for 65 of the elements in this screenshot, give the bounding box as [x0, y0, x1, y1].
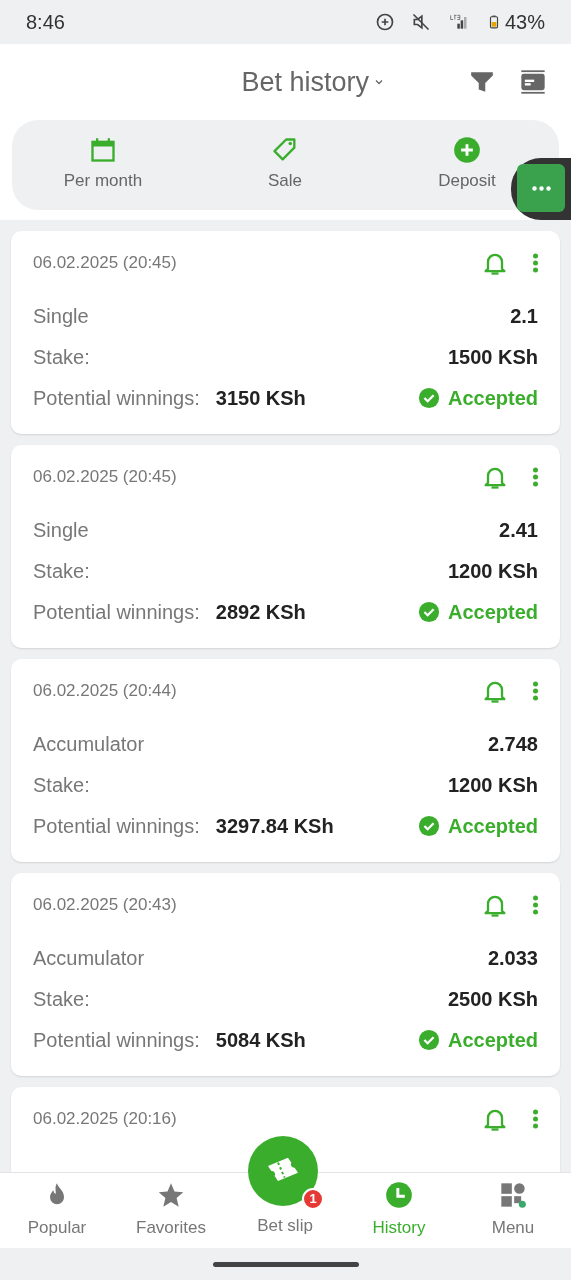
nav-tab[interactable]: Popular: [0, 1173, 114, 1248]
bet-status: Accepted: [447, 813, 538, 839]
stake-value: 2500 KSh: [447, 986, 538, 1012]
check-circle-icon: [417, 600, 440, 623]
winnings-value: 3150 KSh: [215, 385, 306, 411]
winnings-value: 5084 KSh: [215, 1027, 306, 1053]
more-button[interactable]: [517, 164, 565, 212]
more-icon: [531, 185, 551, 191]
stake-value: 1200 KSh: [447, 558, 538, 584]
nav-tab[interactable]: Menu: [456, 1173, 570, 1248]
card-icon[interactable]: [519, 68, 547, 96]
filter-icon[interactable]: [469, 69, 495, 95]
winnings-label: Potential winnings:: [33, 813, 200, 839]
odds-value: 2.1: [510, 303, 538, 329]
bet-date: 06.02.2025 (20:16): [33, 1108, 177, 1131]
nav-tab[interactable]: History: [342, 1173, 456, 1248]
odds-value: 2.033: [487, 945, 538, 971]
more-vertical-icon[interactable]: [533, 681, 538, 701]
winnings-value: 3297.84 KSh: [215, 813, 334, 839]
quick-action-button[interactable]: Per month: [60, 136, 146, 194]
badge-count: 1: [302, 1188, 324, 1210]
plus-icon: [453, 136, 481, 165]
more-vertical-icon[interactable]: [533, 253, 538, 273]
check-circle-icon: [417, 814, 440, 837]
bet-type: Accumulator: [33, 731, 145, 757]
star-icon: [157, 1181, 185, 1209]
status-time: 8:46: [26, 10, 65, 35]
bet-date: 06.02.2025 (20:45): [33, 466, 177, 489]
bet-type: Accumulator: [33, 945, 145, 971]
check-circle-icon: [417, 1028, 440, 1051]
winnings-label: Potential winnings:: [33, 1027, 200, 1053]
bet-type: Single: [33, 517, 89, 543]
stake-label: Stake:: [33, 344, 90, 370]
battery-level: 43%: [504, 10, 545, 35]
calendar-icon: [89, 136, 117, 165]
sync-icon: [374, 12, 395, 32]
stake-label: Stake:: [33, 558, 90, 584]
stake-label: Stake:: [33, 772, 90, 798]
more-vertical-icon[interactable]: [533, 467, 538, 487]
bet-status: Accepted: [447, 1027, 538, 1053]
menu-grid-icon: [499, 1181, 527, 1209]
check-circle-icon: [417, 386, 440, 409]
winnings-label: Potential winnings:: [33, 599, 200, 625]
odds-value: 2.748: [487, 731, 538, 757]
clock-icon: [385, 1181, 413, 1209]
bet-type: Single: [33, 303, 89, 329]
quick-action-button[interactable]: Sale: [242, 136, 328, 194]
winnings-value: 2892 KSh: [215, 599, 306, 625]
nav-tab[interactable]: Bet slip: [228, 1213, 342, 1239]
more-vertical-icon[interactable]: [533, 895, 538, 915]
mute-icon: [410, 12, 431, 32]
stake-value: 1200 KSh: [447, 772, 538, 798]
bet-date: 06.02.2025 (20:43): [33, 894, 177, 917]
winnings-label: Potential winnings:: [33, 385, 200, 411]
odds-value: 2.41: [499, 517, 538, 543]
stake-label: Stake:: [33, 986, 90, 1012]
stake-value: 1500 KSh: [447, 344, 538, 370]
bet-status: Accepted: [447, 599, 538, 625]
quick-action-button[interactable]: Deposit: [424, 136, 510, 194]
bet-status: Accepted: [447, 385, 538, 411]
more-vertical-icon[interactable]: [533, 1109, 538, 1129]
nav-tab[interactable]: Favorites: [114, 1173, 228, 1248]
bet-date: 06.02.2025 (20:45): [33, 252, 177, 275]
bet-date: 06.02.2025 (20:44): [33, 680, 177, 703]
title-dropdown[interactable]: Bet history: [241, 61, 385, 103]
